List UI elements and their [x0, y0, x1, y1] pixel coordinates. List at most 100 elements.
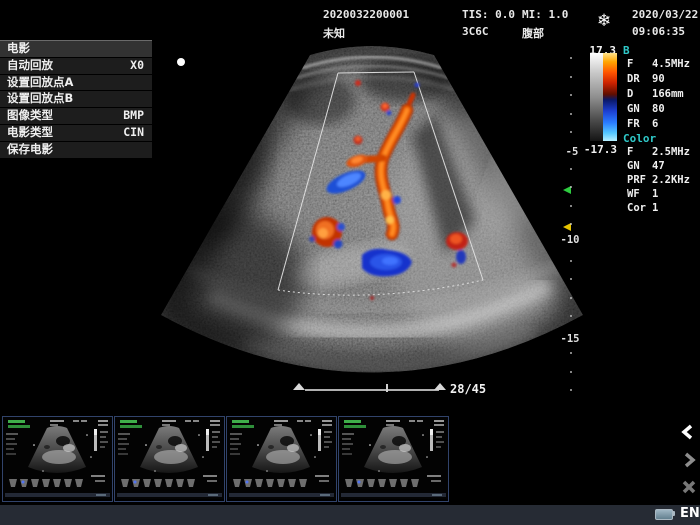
param-label: Cor [627, 202, 652, 214]
param-value: 166mm [652, 88, 684, 100]
param-value: 1 [652, 202, 658, 214]
color-mode-header: Color [623, 132, 656, 145]
cine-scrubber-position[interactable] [386, 384, 388, 392]
patient-name: 未知 [323, 25, 345, 41]
color-velocity-bar [603, 53, 617, 141]
ruler-tick [570, 260, 572, 262]
ruler-tick [570, 205, 572, 207]
menu-item-set-point-a[interactable]: 设置回放点A [0, 75, 152, 92]
cine-frame-counter: 28/45 [450, 382, 486, 396]
menu-item-value: CIN [123, 125, 144, 141]
ruler-tick [570, 223, 572, 225]
param-label: D [627, 88, 652, 100]
param-row: D166mm [627, 88, 684, 100]
param-row: GN47 [627, 160, 665, 172]
param-row: GN80 [627, 103, 665, 115]
menu-item-image-type[interactable]: 图像类型 BMP [0, 108, 152, 125]
menu-item-set-point-b[interactable]: 设置回放点B [0, 91, 152, 108]
menu-item-value: BMP [123, 108, 144, 124]
param-value: 1 [652, 188, 658, 200]
menu-item-label: 设置回放点B [7, 91, 73, 105]
filmstrip-thumbnail[interactable] [226, 416, 337, 502]
status-bar [0, 505, 700, 525]
echo-fan [150, 46, 583, 373]
param-value: 80 [652, 103, 665, 115]
param-label: GN [627, 160, 652, 172]
param-label: FR [627, 118, 652, 130]
language-indicator[interactable]: EN [680, 506, 700, 521]
menu-item-label: 电影类型 [7, 125, 53, 139]
pointer-dot [177, 58, 185, 66]
ruler-tick [570, 297, 572, 299]
param-row: DR90 [627, 73, 665, 85]
ruler-tick [570, 315, 572, 317]
param-row: F4.5MHz [627, 58, 690, 70]
param-value: 47 [652, 160, 665, 172]
param-row: F2.5MHz [627, 146, 690, 158]
filmstrip-delete-icon[interactable] [681, 479, 697, 495]
depth-label: -5 [558, 146, 586, 158]
ultrasound-display[interactable] [150, 40, 590, 400]
param-row: FR6 [627, 118, 658, 130]
exam-preset: 腹部 [522, 25, 544, 41]
menu-item-cine-type[interactable]: 电影类型 CIN [0, 125, 152, 142]
date-value: 2020/03/22 [632, 8, 698, 21]
cine-menu: 电影 自动回放 X0 设置回放点A 设置回放点B 图像类型 BMP 电影类型 C… [0, 40, 152, 159]
filmstrip-thumbnail[interactable] [114, 416, 225, 502]
grayscale-bar [590, 53, 603, 141]
param-value: 2.5MHz [652, 146, 690, 158]
menu-item-save-cine[interactable]: 保存电影 [0, 142, 152, 159]
filmstrip-thumbnail[interactable] [338, 416, 449, 502]
doppler-colorbar [590, 53, 617, 141]
param-label: DR [627, 73, 652, 85]
ruler-tick [570, 113, 572, 115]
depth-label: -15 [556, 333, 584, 345]
param-row: WF1 [627, 188, 658, 200]
menu-title-cine[interactable]: 电影 [0, 41, 152, 58]
ruler-tick [570, 371, 572, 373]
ruler-tick [570, 76, 572, 78]
menu-item-auto-replay[interactable]: 自动回放 X0 [0, 58, 152, 75]
param-label: GN [627, 103, 652, 115]
param-value: 90 [652, 73, 665, 85]
cine-scrubber-track[interactable] [305, 389, 439, 391]
menu-item-label: 图像类型 [7, 108, 53, 122]
patient-id: 2020032200001 [323, 8, 409, 21]
thumbnail-preview [227, 417, 336, 499]
menu-item-label: 自动回放 [7, 58, 53, 72]
probe-model: 3C6C [462, 25, 489, 38]
param-label: F [627, 146, 652, 158]
thumbnail-preview [115, 417, 224, 499]
param-row: PRF2.2KHz [627, 174, 690, 186]
ruler-tick [570, 57, 572, 59]
battery-nub-icon [673, 511, 675, 516]
menu-item-label: 设置回放点A [7, 75, 73, 89]
cine-loop-start-handle[interactable] [293, 383, 305, 390]
menu-item-value: X0 [130, 58, 144, 74]
filmstrip-next-icon[interactable] [681, 452, 697, 468]
ruler-tick [570, 352, 572, 354]
time-value: 09:06:35 [632, 25, 685, 38]
ruler-tick [570, 168, 572, 170]
thumbnail-preview [339, 417, 448, 499]
param-label: F [627, 58, 652, 70]
tis-value: TIS: 0.0 [462, 8, 515, 21]
filmstrip-prev-icon[interactable] [680, 424, 696, 440]
ruler-tick [570, 278, 572, 280]
cine-loop-end-handle[interactable] [434, 383, 446, 390]
ruler-tick [570, 94, 572, 96]
b-mode-header: B [623, 44, 630, 57]
param-value: 2.2KHz [652, 174, 690, 186]
param-row: Cor1 [627, 202, 658, 214]
menu-title-label: 电影 [7, 41, 30, 55]
freeze-icon: ❄ [597, 11, 611, 31]
battery-icon [655, 509, 673, 520]
param-label: PRF [627, 174, 652, 186]
filmstrip-thumbnail[interactable] [2, 416, 113, 502]
ruler-tick [570, 389, 572, 391]
depth-label: -10 [556, 234, 584, 246]
param-label: WF [627, 188, 652, 200]
mi-value: MI: 1.0 [522, 8, 568, 21]
param-value: 6 [652, 118, 658, 130]
param-value: 4.5MHz [652, 58, 690, 70]
